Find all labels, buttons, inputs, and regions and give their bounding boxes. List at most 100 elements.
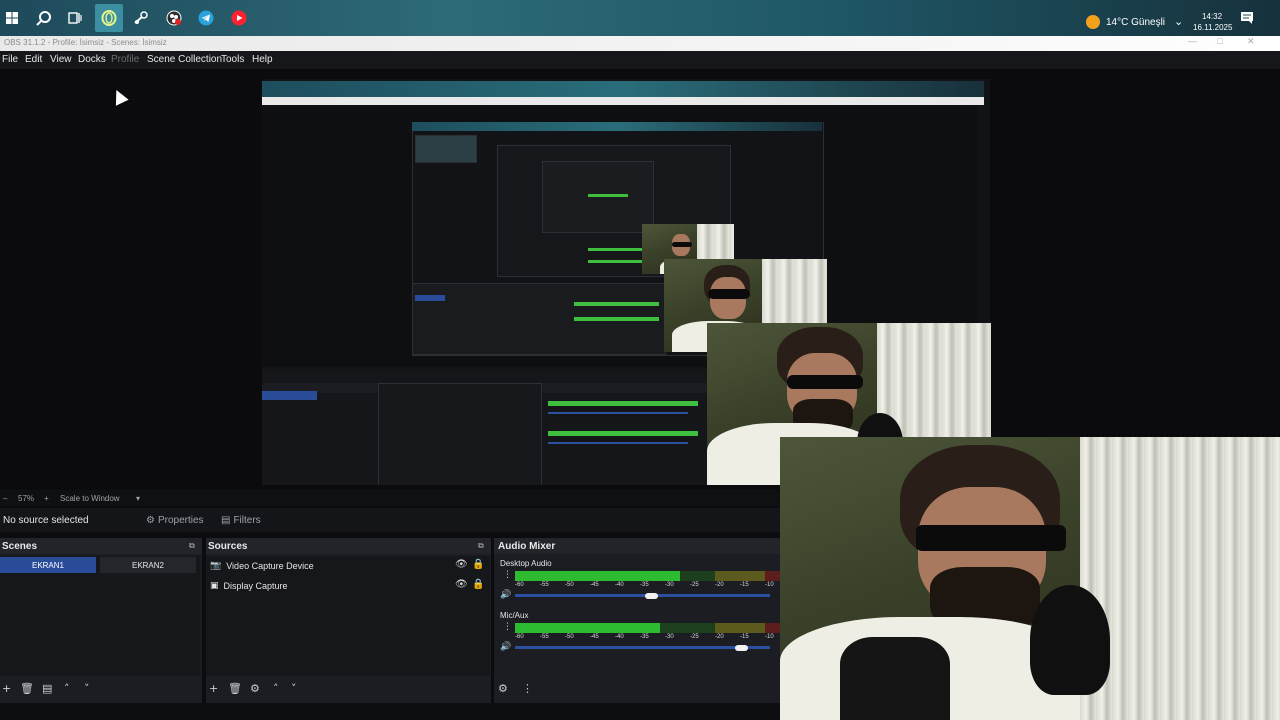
search-icon[interactable] — [33, 7, 55, 29]
volume-slider-mic[interactable] — [515, 646, 770, 649]
nested-fader — [548, 412, 688, 414]
meter-tick-label: -15 — [740, 582, 749, 588]
volume-slider-handle[interactable] — [735, 645, 748, 651]
remove-scene-button[interactable]: 🗑 — [20, 682, 34, 700]
volume-slider-handle[interactable] — [645, 593, 658, 599]
chevron-down-icon[interactable]: ▾ — [136, 494, 140, 503]
menu-profile[interactable]: Profile — [111, 54, 139, 65]
move-scene-up-button[interactable]: ˄ — [64, 682, 70, 700]
channel-name-desktop-audio: Desktop Audio — [500, 559, 552, 568]
add-scene-button[interactable]: + — [2, 682, 11, 700]
close-icon[interactable]: ✕ — [1247, 36, 1255, 47]
meter-tick-label: -10 — [765, 634, 774, 640]
nested-title-bar — [262, 97, 984, 105]
youtube-music-icon[interactable] — [228, 7, 250, 29]
scene-item-ekran2[interactable]: EKRAN2 — [100, 557, 196, 573]
notification-icon[interactable] — [1236, 7, 1258, 29]
meter-tick-label: -35 — [640, 582, 649, 588]
volume-meter-desktop — [515, 571, 780, 581]
menu-help[interactable]: Help — [252, 54, 273, 65]
eye-icon[interactable]: 👁 — [455, 579, 468, 590]
kebab-menu-icon[interactable]: ⋮ — [503, 622, 512, 632]
window-title-bar — [0, 36, 1280, 51]
nested-scene-selected — [262, 391, 317, 400]
nested-meter — [574, 317, 659, 321]
source-item-display-capture[interactable]: ▣ Display Capture — [210, 577, 486, 595]
clock-time[interactable]: 14:32 — [1202, 12, 1222, 21]
scene-filters-button[interactable]: ▤ — [42, 682, 52, 700]
meter-tick-label: -20 — [715, 634, 724, 640]
menu-tools[interactable]: Tools — [221, 54, 244, 65]
lock-icon[interactable]: 🔒 — [472, 579, 484, 590]
telegram-icon[interactable] — [195, 7, 217, 29]
opera-gx-icon[interactable] — [95, 4, 123, 32]
dock-popout-icon[interactable]: ⧉ — [478, 541, 484, 551]
mixer-menu-icon[interactable]: ⋮ — [522, 682, 533, 700]
volume-slider-desktop[interactable] — [515, 594, 770, 597]
filters-label: Filters — [233, 514, 261, 526]
eye-icon[interactable]: 👁 — [455, 559, 468, 570]
speaker-icon[interactable]: 🔊 — [500, 590, 511, 600]
meter-tick-label: -30 — [665, 582, 674, 588]
source-properties-button[interactable]: ⚙ — [250, 682, 260, 700]
task-view-icon[interactable] — [64, 7, 86, 29]
nested-scene-selected — [415, 295, 445, 301]
speaker-icon[interactable]: 🔊 — [500, 642, 511, 652]
webcam-image-full — [780, 437, 1280, 720]
filters-button[interactable]: ▤ Filters — [221, 513, 261, 527]
add-source-button[interactable]: + — [209, 682, 218, 700]
scenes-list[interactable] — [0, 556, 200, 676]
sources-title: Sources — [206, 538, 491, 554]
properties-label: Properties — [157, 514, 204, 526]
remove-source-button[interactable]: 🗑 — [228, 682, 242, 700]
mixer-settings-icon[interactable]: ⚙ — [498, 682, 508, 700]
windows-start-icon[interactable] — [1, 7, 23, 29]
channel-name-mic-aux: Mic/Aux — [500, 611, 529, 620]
nested-sources — [378, 383, 542, 485]
obs-icon[interactable] — [163, 7, 185, 29]
meter-tick-label: -55 — [540, 582, 549, 588]
move-source-up-button[interactable]: ˄ — [273, 682, 279, 700]
nested-taskbar-2 — [412, 122, 822, 131]
menu-scene-collection[interactable]: Scene Collection — [147, 54, 222, 65]
camera-icon: 📷 — [210, 561, 222, 571]
zoom-out-button[interactable]: – — [3, 494, 7, 503]
meter-tick-label: -25 — [690, 634, 699, 640]
source-label: Display Capture — [223, 581, 288, 591]
lock-icon[interactable]: 🔒 — [472, 559, 484, 570]
chevron-up-icon[interactable]: ⌄ — [1174, 15, 1183, 28]
kebab-menu-icon[interactable]: ⋮ — [503, 570, 512, 580]
scale-mode-select[interactable]: Scale to Window — [60, 494, 120, 503]
nested-meter — [588, 194, 628, 197]
clock-date[interactable]: 16.11.2025 — [1193, 23, 1232, 32]
menu-docks[interactable]: Docks — [78, 54, 106, 65]
menu-view[interactable]: View — [50, 54, 72, 65]
nested-meter — [588, 260, 643, 263]
meter-tick-label: -10 — [765, 582, 774, 588]
no-source-label: No source selected — [3, 515, 89, 526]
nested-meter — [548, 431, 698, 436]
source-item-video-capture[interactable]: 📷 Video Capture Device — [210, 557, 486, 575]
steam-icon[interactable] — [130, 7, 152, 29]
move-scene-down-button[interactable]: ˅ — [84, 682, 90, 700]
zoom-in-button[interactable]: + — [44, 494, 49, 503]
nested-meter — [548, 401, 698, 406]
nested-fader — [548, 442, 688, 444]
scenes-title: Scenes — [0, 538, 202, 554]
zoom-level: 57% — [18, 494, 35, 503]
weather-text[interactable]: 14°C Güneşli — [1106, 17, 1165, 28]
nested-thumbnail — [415, 135, 477, 163]
dock-popout-icon[interactable]: ⧉ — [189, 541, 195, 551]
maximize-icon[interactable]: □ — [1217, 36, 1222, 46]
meter-tick-label: -50 — [565, 582, 574, 588]
menu-edit[interactable]: Edit — [25, 54, 42, 65]
nested-meter — [574, 302, 659, 306]
move-source-down-button[interactable]: ˅ — [291, 682, 297, 700]
scene-item-ekran1[interactable]: EKRAN1 — [0, 557, 96, 573]
properties-button[interactable]: ⚙ Properties — [146, 513, 204, 527]
meter-tick-label: -60 — [515, 582, 524, 588]
filter-icon: ▤ — [221, 514, 231, 526]
menu-file[interactable]: File — [2, 54, 18, 65]
minimize-icon[interactable]: — — [1188, 36, 1197, 46]
audio-mixer-title: Audio Mixer — [494, 538, 780, 554]
